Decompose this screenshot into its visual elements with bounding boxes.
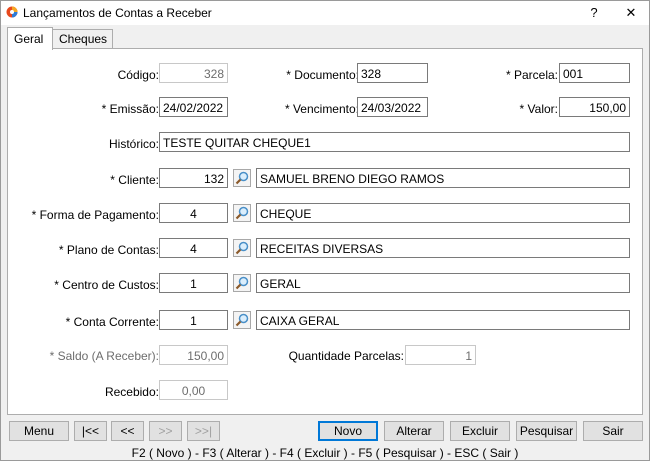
centro-custos-label: * Centro de Custos:	[54, 278, 159, 292]
historico-label: Histórico:	[108, 137, 159, 151]
centro-custos-search-button[interactable]	[233, 274, 251, 292]
cliente-search-button[interactable]	[233, 169, 251, 187]
pesquisar-button[interactable]: Pesquisar	[516, 421, 577, 441]
vencimento-label: * Vencimento:	[284, 102, 359, 116]
centro-custos-name-field: GERAL	[256, 273, 630, 293]
forma-pagamento-name-field: CHEQUE	[256, 203, 630, 223]
codigo-field: 328	[159, 63, 228, 83]
button-bar: Menu |<< << >> >>| Novo Alterar Excluir …	[1, 419, 649, 443]
magnifier-icon	[235, 313, 249, 327]
next-record-button[interactable]: >>	[149, 421, 182, 441]
cliente-name-field: SAMUEL BRENO DIEGO RAMOS	[256, 168, 630, 188]
magnifier-icon	[235, 241, 249, 255]
quantidade-parcelas-label: Quantidade Parcelas:	[288, 349, 404, 363]
documento-label: * Documento:	[286, 68, 359, 82]
conta-corrente-code-field[interactable]: 1	[159, 310, 228, 330]
conta-corrente-name-field: CAIXA GERAL	[256, 310, 630, 330]
valor-field[interactable]: 150,00	[559, 97, 630, 117]
vencimento-field[interactable]: 24/03/2022	[357, 97, 428, 117]
emissao-field[interactable]: 24/02/2022	[159, 97, 228, 117]
help-button[interactable]: ?	[579, 1, 609, 25]
saldo-label: * Saldo (A Receber):	[49, 349, 159, 363]
menu-button[interactable]: Menu	[9, 421, 69, 441]
quantidade-parcelas-field: 1	[405, 345, 476, 365]
emissao-label: * Emissão:	[101, 102, 159, 116]
excluir-button[interactable]: Excluir	[450, 421, 510, 441]
historico-field[interactable]: TESTE QUITAR CHEQUE1	[159, 132, 630, 152]
shortcut-hints: F2 ( Novo ) - F3 ( Alterar ) - F4 ( Excl…	[131, 446, 519, 460]
first-record-button[interactable]: |<<	[74, 421, 107, 441]
conta-corrente-search-button[interactable]	[233, 311, 251, 329]
window-title: Lançamentos de Contas a Receber	[23, 6, 212, 20]
tab-cheques[interactable]: Cheques	[52, 29, 113, 49]
tab-geral[interactable]: Geral	[7, 27, 53, 50]
app-logo-icon	[6, 6, 18, 18]
tab-strip: Geral Cheques	[1, 27, 649, 50]
centro-custos-code-field[interactable]: 1	[159, 273, 228, 293]
magnifier-icon	[235, 276, 249, 290]
cliente-label: * Cliente:	[110, 173, 159, 187]
codigo-label: Código:	[117, 68, 159, 82]
saldo-field: 150,00	[159, 345, 228, 365]
forma-pagamento-label: * Forma de Pagamento:	[31, 208, 159, 222]
magnifier-icon	[235, 206, 249, 220]
recebido-field: 0,00	[159, 380, 228, 400]
novo-button[interactable]: Novo	[318, 421, 378, 441]
app-window: Lançamentos de Contas a Receber ? ✕ Gera…	[0, 0, 650, 461]
forma-pagamento-code-field[interactable]: 4	[159, 203, 228, 223]
parcela-field[interactable]: 001	[559, 63, 630, 83]
cliente-code-field[interactable]: 132	[159, 168, 228, 188]
plano-contas-label: * Plano de Contas:	[58, 243, 159, 257]
previous-record-button[interactable]: <<	[111, 421, 144, 441]
close-button[interactable]: ✕	[616, 1, 646, 25]
alterar-button[interactable]: Alterar	[384, 421, 444, 441]
plano-contas-name-field: RECEITAS DIVERSAS	[256, 238, 630, 258]
recebido-label: Recebido:	[104, 385, 159, 399]
documento-field[interactable]: 328	[357, 63, 428, 83]
forma-pagamento-search-button[interactable]	[233, 204, 251, 222]
parcela-label: * Parcela:	[505, 68, 558, 82]
plano-contas-code-field[interactable]: 4	[159, 238, 228, 258]
title-bar: Lançamentos de Contas a Receber ? ✕	[1, 1, 649, 25]
magnifier-icon	[235, 171, 249, 185]
tab-panel-geral: Código: 328 * Documento: 328 * Parcela: …	[7, 48, 643, 415]
last-record-button[interactable]: >>|	[187, 421, 220, 441]
sair-button[interactable]: Sair	[583, 421, 643, 441]
plano-contas-search-button[interactable]	[233, 239, 251, 257]
conta-corrente-label: * Conta Corrente:	[65, 315, 159, 329]
valor-label: * Valor:	[519, 102, 558, 116]
